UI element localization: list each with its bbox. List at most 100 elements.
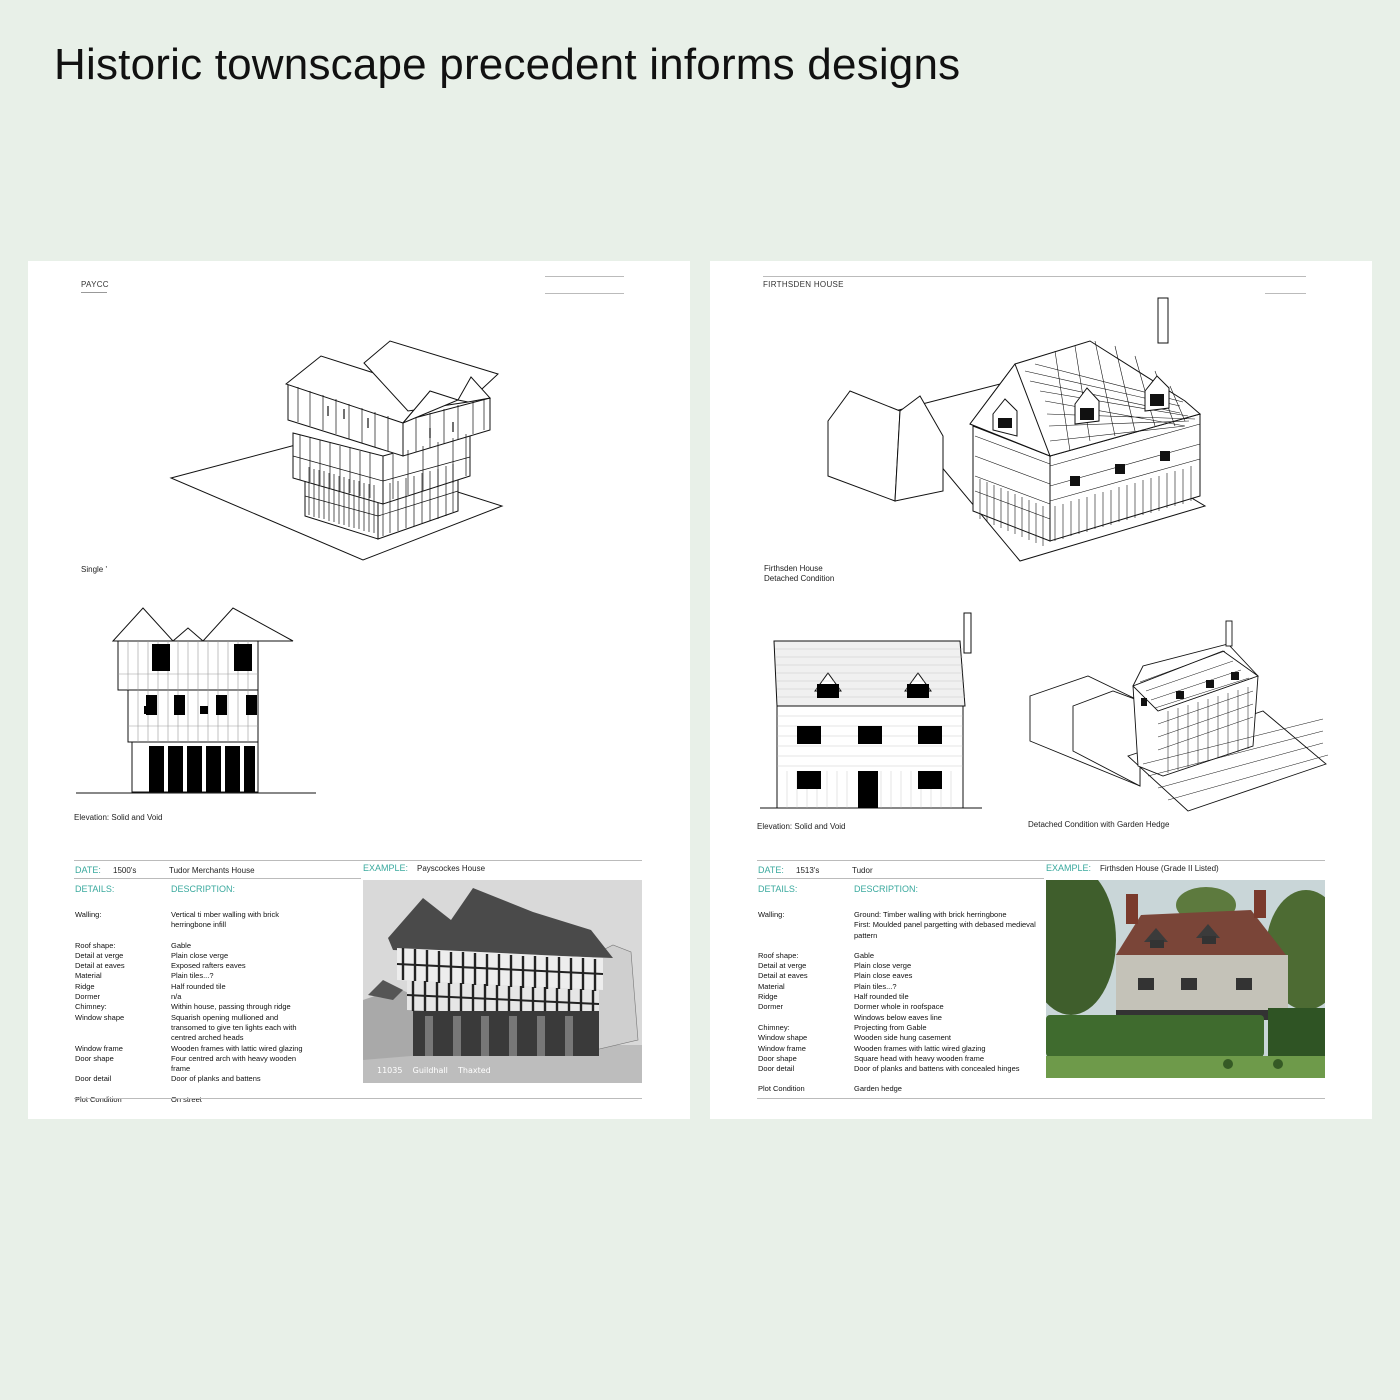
- spec-value: Gable: [854, 950, 875, 960]
- date-value: 1513's: [796, 866, 820, 875]
- spec-key: Window shape: [758, 1033, 808, 1043]
- spec-row: Walling: Vertical ti mber walling with br…: [75, 910, 307, 931]
- example-value: Firthsden House (Grade II Listed): [1100, 864, 1219, 873]
- precedent-sheet-paycockes: PAYCC Single ' Elevation: Solid and Void…: [28, 261, 690, 1119]
- spec-value: Plain tiles...?: [171, 971, 214, 981]
- spec-value: n/a: [171, 992, 182, 1002]
- spec-value: Plain close verge: [171, 950, 229, 960]
- description-label: DESCRIPTION:: [854, 884, 919, 894]
- sheet-header: FIRTHSDEN HOUSE: [763, 280, 844, 289]
- plot-condition-value: On street: [171, 1094, 202, 1104]
- table-rule: [757, 1098, 1325, 1099]
- spec-value: Exposed rafters eaves: [171, 961, 246, 971]
- spec-key: Ridge: [75, 981, 95, 991]
- spec-row: Dormer n/a: [75, 992, 307, 1002]
- date-description: Tudor: [852, 866, 873, 875]
- plot-condition-value: Garden hedge: [854, 1084, 902, 1094]
- table-rule: [74, 878, 361, 879]
- spec-value: Door of planks and battens with conceale…: [854, 1064, 1020, 1074]
- spec-row: Ridge Half rounded tile: [75, 982, 307, 992]
- spec-value: Half rounded tile: [854, 992, 909, 1002]
- spec-key: Window frame: [75, 1043, 123, 1053]
- plot-condition-row: Plot Condition On street: [75, 1095, 307, 1105]
- spec-value: Four centred arch with heavy wooden fram…: [171, 1053, 297, 1074]
- spec-key: Walling:: [758, 910, 785, 919]
- spec-row: Detail at eaves Exposed rafters eaves: [75, 961, 307, 971]
- spec-row: Chimney: Projecting from Gable: [758, 1023, 1040, 1033]
- axonometric-drawing: [169, 340, 504, 561]
- table-rule: [74, 1098, 642, 1099]
- spec-value: Within house, passing through ridge: [171, 1002, 291, 1012]
- description-label: DESCRIPTION:: [171, 884, 236, 894]
- spec-row: Detail at eaves Plain close eaves: [758, 971, 1040, 981]
- spec-key: Roof shape:: [75, 940, 116, 950]
- spec-key: Door shape: [75, 1053, 114, 1063]
- photo-caption: 11035 Guildhall Thaxted: [377, 1066, 491, 1075]
- plot-condition-label: Plot Condition: [75, 1094, 122, 1104]
- spec-list: Walling: Vertical ti mber walling with br…: [75, 910, 307, 1105]
- spec-key: Door shape: [758, 1053, 797, 1063]
- spec-key: Window shape: [75, 1012, 125, 1022]
- spec-key: Detail at eaves: [75, 961, 125, 971]
- spec-row: Window shape Wooden side hung casement: [758, 1033, 1040, 1043]
- spec-row: Door detail Door of planks and battens: [75, 1074, 307, 1084]
- table-rule: [757, 860, 1325, 861]
- spec-value: Square head with heavy wooden frame: [854, 1053, 985, 1063]
- spec-value: Wooden frames with lattic wired glazing: [854, 1043, 986, 1053]
- spec-list: Walling: Ground: Timber walling with bric…: [758, 910, 1040, 1095]
- spec-key: Detail at verge: [758, 961, 807, 971]
- spec-key: Door detail: [75, 1074, 112, 1084]
- details-label: DETAILS:: [75, 884, 115, 894]
- date-value: 1500's: [113, 866, 137, 875]
- example-value: Payscockes House: [417, 864, 486, 873]
- example-photo: [1046, 880, 1325, 1078]
- garden-hedge-caption: Detached Condition with Garden Hedge: [1028, 820, 1170, 829]
- spec-row: Window frame Wooden frames with lattic wi…: [75, 1044, 307, 1054]
- spec-row: Detail at verge Plain close verge: [75, 951, 307, 961]
- date-label: DATE:: [758, 865, 784, 875]
- spec-key: Chimney:: [75, 1002, 107, 1012]
- spec-key: Dormer: [75, 992, 101, 1002]
- spec-key: Window frame: [758, 1043, 806, 1053]
- spec-value: Plain tiles...?: [854, 981, 897, 991]
- header-rule: [1265, 293, 1306, 294]
- spec-row: Chimney: Within house, passing through ri…: [75, 1002, 307, 1012]
- spec-row: Ridge Half rounded tile: [758, 992, 1040, 1002]
- photo-guildhall: [363, 880, 642, 1083]
- page-title: Historic townscape precedent informs des…: [54, 40, 961, 89]
- spec-value: Squarish opening mullioned and transomed…: [171, 1012, 297, 1043]
- spec-key: Dormer: [758, 1002, 784, 1012]
- table-rule: [74, 860, 642, 861]
- spec-key: Material: [758, 981, 785, 991]
- sheet-header: PAYCC: [81, 280, 109, 289]
- spec-row: Walling: Ground: Timber walling with bric…: [758, 910, 1040, 941]
- axonometric-drawing: [827, 297, 1207, 562]
- details-label: DETAILS:: [758, 884, 798, 894]
- spec-row: Window frame Wooden frames with lattic wi…: [758, 1044, 1040, 1054]
- date-description: Tudor Merchants House: [169, 866, 255, 875]
- spec-value: Plain close eaves: [854, 971, 913, 981]
- header-rule: [545, 293, 624, 294]
- header-rule: [545, 276, 624, 277]
- date-label: DATE:: [75, 865, 101, 875]
- spec-key: Ridge: [758, 992, 778, 1002]
- header-rule: [763, 276, 1306, 277]
- spec-value: Dormer whole in roofspace Windows below …: [854, 1002, 944, 1022]
- spec-key: Chimney:: [758, 1022, 790, 1032]
- example-label: EXAMPLE:: [1046, 863, 1092, 873]
- elevation-drawing: [76, 607, 316, 794]
- table-rule: [757, 878, 1044, 879]
- spec-row: Roof shape: Gable: [758, 951, 1040, 961]
- spec-key: Material: [75, 971, 102, 981]
- spec-key: Roof shape:: [758, 950, 799, 960]
- spec-value: Projecting from Gable: [854, 1022, 927, 1032]
- elevation-caption: Elevation: Solid and Void: [757, 822, 846, 831]
- spec-row: Window shape Squarish opening mullioned a…: [75, 1013, 307, 1044]
- photo-firthsden: [1046, 880, 1325, 1078]
- plot-condition-label: Plot Condition: [758, 1084, 805, 1094]
- plot-condition-row: Plot Condition Garden hedge: [758, 1084, 1040, 1094]
- spec-key: Door detail: [758, 1064, 795, 1074]
- spec-value: Ground: Timber walling with brick herrin…: [854, 910, 1036, 940]
- spec-row: Door shape Square head with heavy wooden …: [758, 1054, 1040, 1064]
- axonometric-caption: Firthsden House Detached Condition: [764, 564, 835, 583]
